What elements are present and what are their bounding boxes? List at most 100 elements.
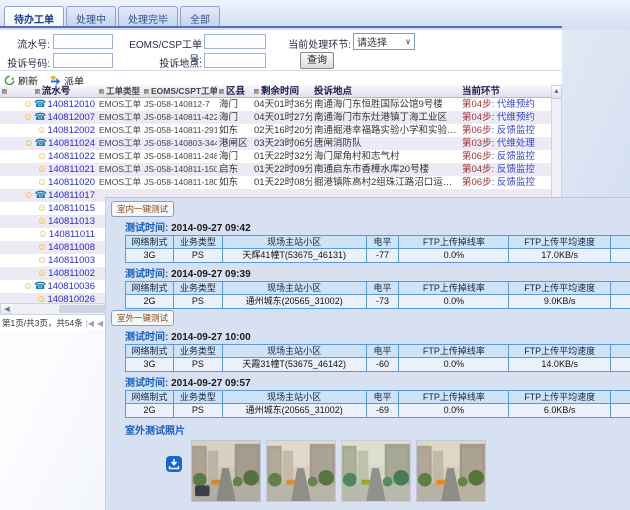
test-cell: 14.0KB/s — [509, 358, 611, 371]
workorder-header-row: 流水号 工单类型 EOMS/CSPT工单号 区县 剩余时间 投诉地点 当前环节 — [0, 85, 551, 98]
header-serial[interactable]: 流水号 — [8, 85, 97, 97]
serial-input[interactable] — [53, 34, 113, 49]
cell-county: 启东 — [217, 163, 252, 176]
serial-number-link[interactable]: 140811003 — [48, 255, 95, 266]
test-cell: 通州城东(20565_31002) — [223, 404, 367, 417]
step-name-link[interactable]: : 反馈监控 — [492, 164, 535, 175]
serial-label: 流水号: — [2, 36, 50, 51]
serial-number-link[interactable]: 140811002 — [48, 268, 95, 279]
one-key-test-button[interactable]: 室外一键测试 — [111, 310, 174, 326]
test-col-header: FTP — [611, 236, 630, 249]
table-horizontal-scrollbar[interactable]: ◀ — [0, 303, 105, 315]
query-button[interactable]: 查询 — [300, 52, 334, 69]
serial-number-link[interactable]: 140811024 — [48, 138, 95, 149]
table-vertical-scrollbar[interactable]: ▲ — [551, 85, 562, 203]
header-step[interactable]: 当前环节 — [460, 85, 551, 97]
chevron-down-icon: ∨ — [405, 37, 411, 46]
scroll-up-icon[interactable]: ▲ — [552, 86, 561, 99]
test-cell: 0.0% — [399, 358, 509, 371]
cell-remain: 04天01时27分 — [252, 111, 312, 124]
serial-number-link[interactable]: 140811011 — [49, 229, 95, 240]
table-row[interactable]: ☺☎140812002 EMOS工单 JS-058-140811-291 如东 … — [0, 124, 551, 137]
table-row[interactable]: ☺☎140811020 EMOS工单 JS-058-140811-180 如东 … — [0, 176, 551, 189]
table-row[interactable]: ☺☎140812007 EMOS工单 JS-058-140811-422 海门 … — [0, 111, 551, 124]
step-name-link[interactable]: : 代维预约 — [492, 99, 535, 110]
table-row[interactable]: ☺☎140811022 EMOS工单 JS-058-140811-248 海门 … — [0, 150, 551, 163]
tab-pending[interactable]: 待办工单 — [4, 6, 64, 26]
one-key-test-button[interactable]: 室内一键测试 — [111, 201, 174, 217]
step-number-link[interactable]: 第06步 — [462, 151, 492, 162]
test-col-header: FTP — [611, 282, 630, 295]
table-row[interactable]: ☺☎140811024 EMOS工单 JS-058-140803-344 港闸区… — [0, 137, 551, 150]
first-page-icon[interactable]: |◀ — [86, 319, 94, 328]
step-name-link[interactable]: : 反馈监控 — [492, 177, 535, 188]
eoms-input[interactable] — [204, 34, 266, 49]
step-name-link[interactable]: : 反馈监控 — [492, 151, 535, 162]
test-col-header: 网络制式 — [126, 236, 174, 249]
table-row[interactable]: ☺☎140811021 EMOS工单 JS-058-140811-150 启东 … — [0, 163, 551, 176]
step-number-link[interactable]: 第06步 — [462, 177, 492, 188]
step-number-link[interactable]: 第03步 — [462, 138, 492, 149]
location-input[interactable] — [204, 53, 266, 68]
test-cell: 17.0KB/s — [509, 249, 611, 262]
tab-strip: 待办工单 处理中 处理完毕 全部 — [0, 0, 630, 30]
step-name-link[interactable]: : 代维预约 — [492, 112, 535, 123]
scrollbar-thumb[interactable] — [59, 305, 104, 313]
serial-number-link[interactable]: 140812010 — [47, 99, 95, 110]
header-location[interactable]: 投诉地点 — [312, 85, 460, 97]
serial-number-link[interactable]: 140811013 — [48, 216, 95, 227]
step-number-link[interactable]: 第06步 — [462, 125, 492, 136]
test-block: 测试时间: 2014-09-27 09:39 网络制式业务类型现场主站小区电平F… — [125, 265, 630, 309]
cell-location: 海门犀角村和志气村 — [312, 150, 460, 163]
test-col-header: FTP上传掉线率 — [399, 391, 509, 404]
step-select[interactable]: 请选择 ∨ — [353, 33, 415, 50]
scroll-left-icon[interactable]: ◀ — [1, 304, 13, 314]
test-time-value: 2014-09-27 10:00 — [171, 332, 251, 343]
download-icon — [166, 456, 182, 472]
outdoor-test-photo[interactable] — [416, 440, 486, 502]
table-row[interactable]: ☺☎140812010 EMOS工单 JS-058-140812-7 海门 04… — [0, 98, 551, 111]
phone-input[interactable] — [53, 53, 113, 68]
tab-processing[interactable]: 处理中 — [66, 6, 116, 26]
step-number-link[interactable]: 第04步 — [462, 99, 492, 110]
step-number-link[interactable]: 第04步 — [462, 112, 492, 123]
header-type[interactable]: 工单类型 — [97, 85, 142, 97]
smiley-icon: ☺ — [37, 216, 47, 227]
test-col-header: FTP上传平均速度 — [509, 391, 611, 404]
serial-number-link[interactable]: 140811017 — [48, 190, 95, 201]
tab-all[interactable]: 全部 — [180, 6, 220, 26]
step-name-link[interactable]: : 反馈监控 — [492, 125, 535, 136]
test-col-header: FTP上传掉线率 — [399, 345, 509, 358]
smiley-icon: ☺ — [23, 190, 33, 201]
prev-page-icon[interactable]: ◀ — [97, 319, 103, 328]
serial-number-link[interactable]: 140811022 — [48, 151, 95, 162]
serial-number-link[interactable]: 140812007 — [47, 112, 95, 123]
test-cell: -77 — [367, 249, 400, 262]
header-remain[interactable]: 剩余时间 — [252, 85, 312, 97]
test-col-header: FTP上传掉线率 — [399, 282, 509, 295]
header-eoms[interactable]: EOMS/CSPT工单号 — [142, 85, 217, 97]
serial-number-link[interactable]: 140812002 — [47, 125, 95, 136]
select-column-icon[interactable] — [2, 89, 7, 94]
serial-number-link[interactable]: 140811021 — [48, 164, 95, 175]
serial-number-link[interactable]: 140811020 — [48, 177, 95, 188]
outdoor-test-photo[interactable] — [266, 440, 336, 502]
phone-icon: ☎ — [35, 138, 47, 149]
serial-number-link[interactable]: 140811015 — [48, 203, 95, 214]
outdoor-test-photo[interactable] — [341, 440, 411, 502]
cell-eoms: JS-058-140812-7 — [142, 98, 217, 111]
serial-number-link[interactable]: 140810036 — [47, 281, 95, 292]
cell-county: 海门 — [217, 150, 252, 163]
outdoor-test-photo[interactable] — [191, 440, 261, 502]
test-cell: PS — [174, 404, 223, 417]
download-photos-button[interactable] — [166, 456, 182, 475]
step-number-link[interactable]: 第04步 — [462, 164, 492, 175]
header-county[interactable]: 区县 — [217, 85, 252, 97]
serial-number-link[interactable]: 140810026 — [47, 294, 95, 303]
test-cell — [611, 404, 630, 417]
step-name-link[interactable]: : 代维处理 — [492, 138, 535, 149]
test-col-header: 现场主站小区 — [223, 345, 367, 358]
serial-number-link[interactable]: 140811008 — [48, 242, 95, 253]
tab-completed[interactable]: 处理完毕 — [118, 6, 178, 26]
cell-eoms: JS-058-140803-344 — [142, 137, 217, 150]
